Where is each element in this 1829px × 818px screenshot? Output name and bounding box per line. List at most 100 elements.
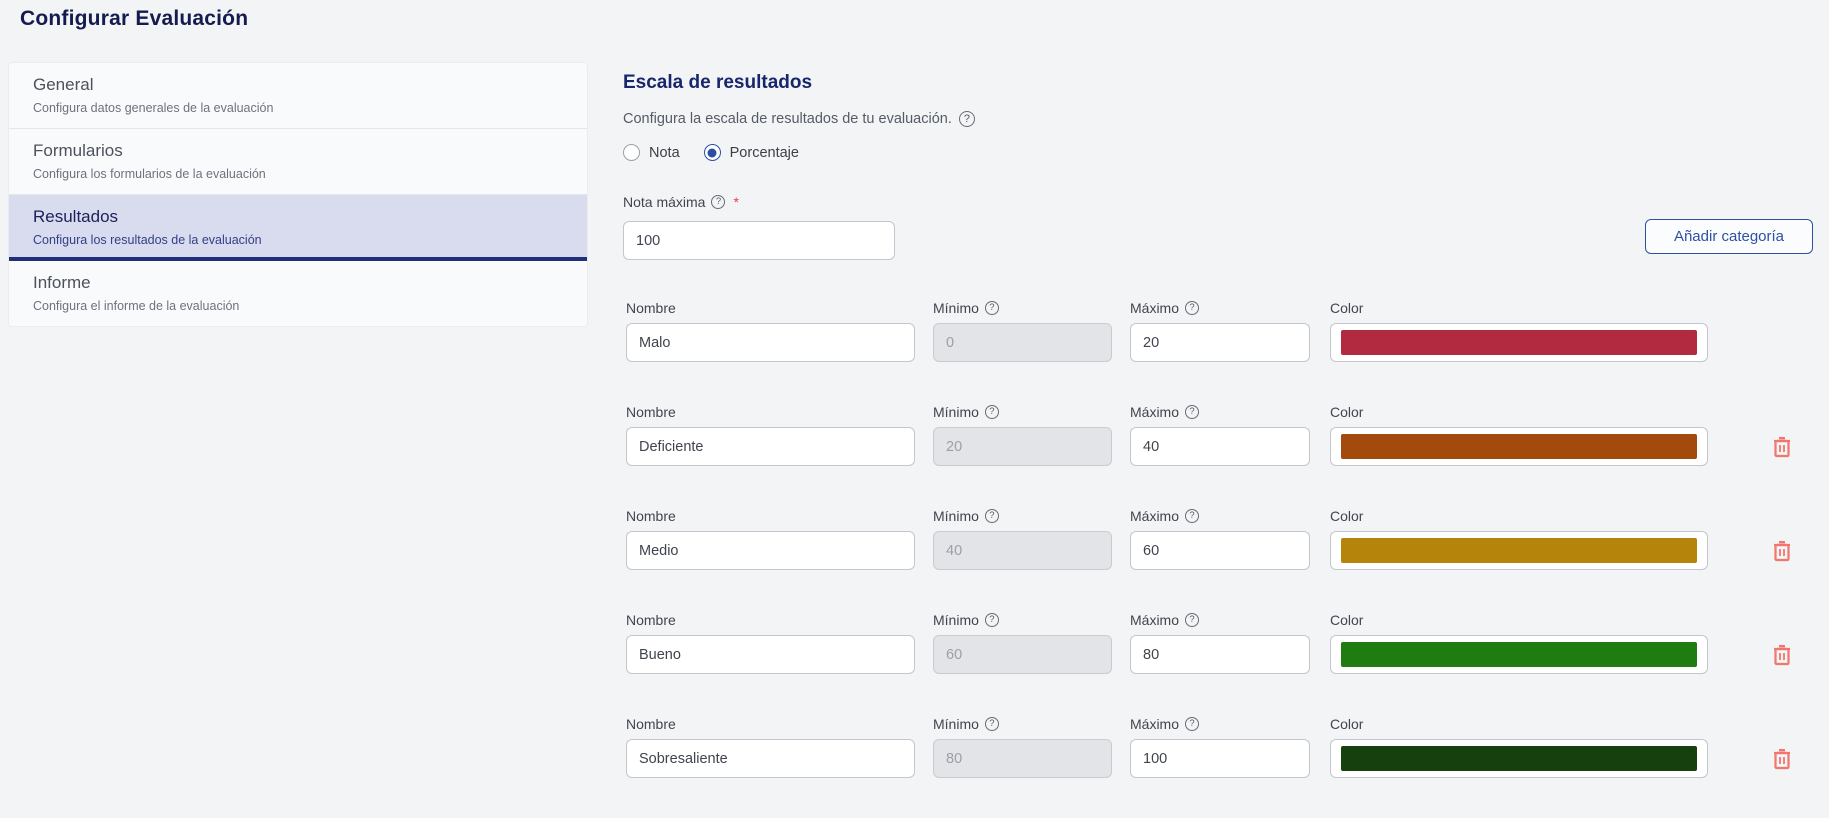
- trash-icon: [1772, 436, 1792, 458]
- max-column-label: Máximo?: [1130, 714, 1310, 734]
- radio-icon: [704, 144, 721, 161]
- max-column-label: Máximo?: [1130, 506, 1310, 526]
- sidebar-item-label: Formularios: [33, 141, 563, 161]
- category-color-input[interactable]: [1330, 323, 1708, 362]
- color-column-label: Color: [1330, 402, 1708, 422]
- category-max-input[interactable]: [1130, 635, 1310, 674]
- category-color-input[interactable]: [1330, 739, 1708, 778]
- min-column-label: Mínimo?: [933, 402, 1112, 422]
- color-swatch: [1341, 642, 1697, 667]
- category-row: Nombre Mínimo? Máximo? Color: [623, 506, 1823, 610]
- radio-label: Porcentaje: [730, 145, 799, 161]
- trash-icon: [1772, 748, 1792, 770]
- category-row: Nombre Mínimo? Máximo? Color: [623, 402, 1823, 506]
- category-min-input: [933, 427, 1112, 466]
- name-column-label: Nombre: [626, 610, 915, 630]
- help-icon[interactable]: ?: [1185, 301, 1199, 315]
- category-row: Nombre Mínimo? Máximo? Color: [623, 298, 1823, 402]
- radio-label: Nota: [649, 145, 680, 161]
- category-color-input[interactable]: [1330, 531, 1708, 570]
- max-column-label: Máximo?: [1130, 610, 1310, 630]
- help-icon[interactable]: ?: [985, 405, 999, 419]
- sidebar-item-label: Resultados: [33, 207, 563, 227]
- sidebar-item-description: Configura datos generales de la evaluaci…: [33, 101, 563, 115]
- name-column-label: Nombre: [626, 506, 915, 526]
- trash-icon: [1772, 540, 1792, 562]
- category-min-input: [933, 635, 1112, 674]
- color-swatch: [1341, 434, 1697, 459]
- category-name-input[interactable]: [626, 427, 915, 466]
- category-min-input: [933, 531, 1112, 570]
- delete-category-button[interactable]: [1770, 747, 1794, 771]
- color-column-label: Color: [1330, 610, 1708, 630]
- name-column-label: Nombre: [626, 402, 915, 422]
- trash-icon: [1772, 644, 1792, 666]
- color-swatch: [1341, 538, 1697, 563]
- help-icon[interactable]: ?: [985, 301, 999, 315]
- help-icon[interactable]: ?: [959, 111, 975, 127]
- category-color-input[interactable]: [1330, 427, 1708, 466]
- max-grade-label-row: Nota máxima ? *: [623, 194, 739, 210]
- add-category-button[interactable]: Añadir categoría: [1645, 219, 1813, 254]
- radio-icon: [623, 144, 640, 161]
- color-swatch: [1341, 330, 1697, 355]
- name-column-label: Nombre: [626, 714, 915, 734]
- min-column-label: Mínimo?: [933, 506, 1112, 526]
- radio-nota[interactable]: Nota: [623, 144, 680, 161]
- category-color-input[interactable]: [1330, 635, 1708, 674]
- max-grade-input[interactable]: [623, 221, 895, 260]
- category-name-input[interactable]: [626, 531, 915, 570]
- help-icon[interactable]: ?: [1185, 509, 1199, 523]
- min-column-label: Mínimo?: [933, 298, 1112, 318]
- max-column-label: Máximo?: [1130, 298, 1310, 318]
- max-grade-label: Nota máxima: [623, 194, 705, 210]
- min-column-label: Mínimo?: [933, 610, 1112, 630]
- section-subtitle-row: Configura la escala de resultados de tu …: [623, 111, 975, 127]
- category-max-input[interactable]: [1130, 323, 1310, 362]
- sidebar-item-description: Configura el informe de la evaluación: [33, 299, 563, 313]
- delete-category-button[interactable]: [1770, 643, 1794, 667]
- sidebar-item-label: General: [33, 75, 563, 95]
- category-max-input[interactable]: [1130, 427, 1310, 466]
- category-max-input[interactable]: [1130, 739, 1310, 778]
- scale-type-radio-group: Nota Porcentaje: [623, 144, 799, 161]
- min-column-label: Mínimo?: [933, 714, 1112, 734]
- sidebar-item-description: Configura los formularios de la evaluaci…: [33, 167, 563, 181]
- name-column-label: Nombre: [626, 298, 915, 318]
- section-title: Escala de resultados: [623, 72, 812, 94]
- color-column-label: Color: [1330, 714, 1708, 734]
- color-column-label: Color: [1330, 298, 1708, 318]
- sidebar-item-formularios[interactable]: Formularios Configura los formularios de…: [9, 129, 587, 195]
- sidebar-item-resultados[interactable]: Resultados Configura los resultados de l…: [9, 195, 587, 261]
- help-icon[interactable]: ?: [985, 509, 999, 523]
- delete-category-button[interactable]: [1770, 435, 1794, 459]
- color-column-label: Color: [1330, 506, 1708, 526]
- max-column-label: Máximo?: [1130, 402, 1310, 422]
- help-icon[interactable]: ?: [1185, 405, 1199, 419]
- help-icon[interactable]: ?: [985, 613, 999, 627]
- help-icon[interactable]: ?: [1185, 613, 1199, 627]
- category-name-input[interactable]: [626, 323, 915, 362]
- help-icon[interactable]: ?: [711, 195, 725, 209]
- page-title: Configurar Evaluación: [20, 7, 248, 31]
- settings-nav: General Configura datos generales de la …: [8, 62, 588, 327]
- sidebar-item-description: Configura los resultados de la evaluació…: [33, 233, 563, 247]
- category-row: Nombre Mínimo? Máximo? Color: [623, 610, 1823, 714]
- category-row: Nombre Mínimo? Máximo? Color: [623, 714, 1823, 818]
- categories-list: Nombre Mínimo? Máximo? Color Nombre: [623, 298, 1823, 818]
- help-icon[interactable]: ?: [985, 717, 999, 731]
- sidebar-item-informe[interactable]: Informe Configura el informe de la evalu…: [9, 261, 587, 326]
- category-min-input: [933, 739, 1112, 778]
- category-name-input[interactable]: [626, 635, 915, 674]
- delete-category-button[interactable]: [1770, 539, 1794, 563]
- category-max-input[interactable]: [1130, 531, 1310, 570]
- category-name-input[interactable]: [626, 739, 915, 778]
- help-icon[interactable]: ?: [1185, 717, 1199, 731]
- radio-porcentaje[interactable]: Porcentaje: [704, 144, 799, 161]
- sidebar-item-general[interactable]: General Configura datos generales de la …: [9, 63, 587, 129]
- category-min-input: [933, 323, 1112, 362]
- section-subtitle: Configura la escala de resultados de tu …: [623, 111, 952, 127]
- color-swatch: [1341, 746, 1697, 771]
- required-marker: *: [733, 194, 738, 210]
- sidebar-item-label: Informe: [33, 273, 563, 293]
